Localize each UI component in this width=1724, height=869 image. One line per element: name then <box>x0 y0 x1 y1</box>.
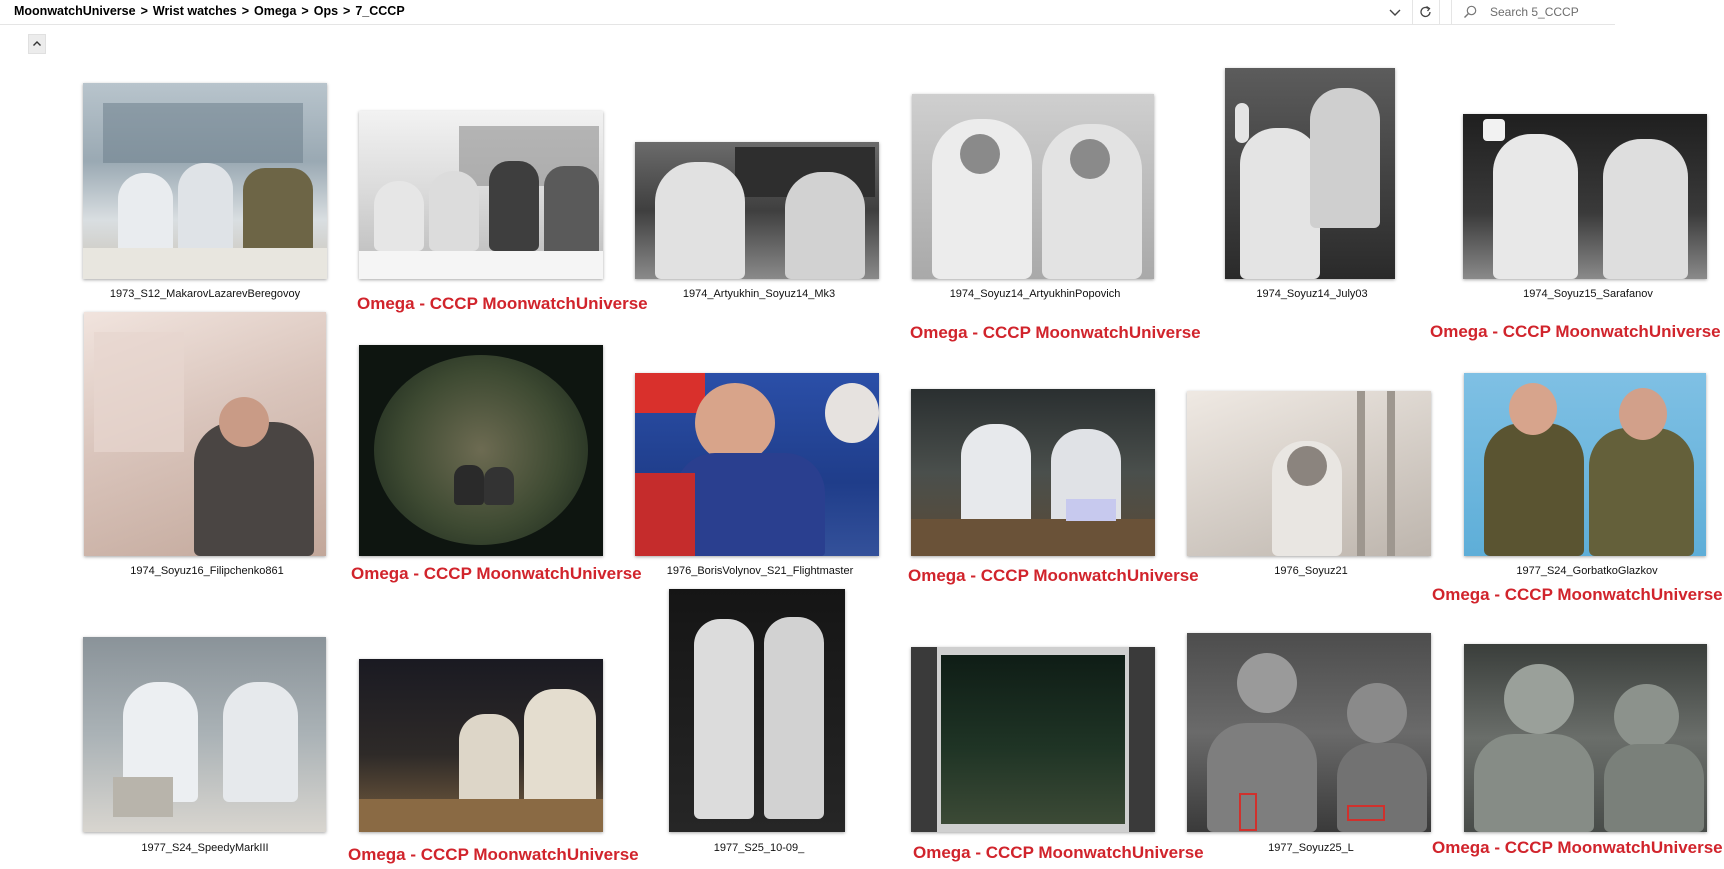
search-input[interactable] <box>1490 3 1610 21</box>
file-name: 1977_Soyuz25_L <box>1268 842 1354 854</box>
thumbnail <box>912 94 1154 279</box>
file-name: 1977_S24_SpeedyMarkIII <box>141 842 269 854</box>
file-name: 1974_Soyuz16_Filipchenko861 <box>130 565 284 577</box>
address-dropdown-button[interactable] <box>1384 1 1406 23</box>
watermark-label: Omega - CCCP MoonwatchUniverse <box>908 566 1199 585</box>
breadcrumb-item-omega[interactable]: Omega <box>254 4 296 18</box>
search-icon <box>1464 5 1477 18</box>
thumbnail <box>1464 373 1706 556</box>
file-name: 1974_Artyukhin_Soyuz14_Mk3 <box>682 288 836 300</box>
thumbnail <box>911 647 1155 832</box>
watermark-label: Omega - CCCP MoonwatchUniverse <box>1432 838 1723 857</box>
file-name: 1974_Soyuz15_Sarafanov <box>1523 288 1653 300</box>
file-name: 1973_S12_MakarovLazarevBeregovoy <box>109 288 301 300</box>
breadcrumb-separator: > <box>301 4 309 18</box>
file-name: 1977_S25_10-09_ <box>713 842 805 854</box>
thumbnail <box>83 637 326 832</box>
breadcrumb-item-current-folder[interactable]: 7_CCCP <box>355 4 404 18</box>
chevron-up-icon <box>33 41 41 46</box>
breadcrumb: MoonwatchUniverse > Wrist watches > Omeg… <box>14 4 405 18</box>
thumbnail <box>1225 68 1395 279</box>
breadcrumb-item-ops[interactable]: Ops <box>314 4 338 18</box>
watermark-label: Omega - CCCP MoonwatchUniverse <box>357 294 648 313</box>
thumbnail <box>359 659 603 832</box>
chevron-down-icon <box>1389 9 1401 16</box>
thumbnail <box>911 389 1155 556</box>
breadcrumb-separator: > <box>140 4 148 18</box>
address-bar: MoonwatchUniverse > Wrist watches > Omeg… <box>0 0 1615 25</box>
search-box[interactable] <box>1451 0 1616 24</box>
breadcrumb-item-moonwatchuniverse[interactable]: MoonwatchUniverse <box>14 4 136 18</box>
thumbnail <box>359 345 603 556</box>
watermark-label: Omega - CCCP MoonwatchUniverse <box>348 845 639 864</box>
thumbnail <box>359 111 603 279</box>
thumbnail <box>84 312 326 556</box>
file-name: 1976_BorisVolynov_S21_Flightmaster <box>666 565 854 577</box>
thumbnail <box>1463 114 1707 279</box>
refresh-icon <box>1420 5 1431 18</box>
breadcrumb-separator: > <box>343 4 351 18</box>
thumbnail <box>83 83 327 279</box>
file-name: 1974_Soyuz14_ArtyukhinPopovich <box>949 288 1121 300</box>
watermark-label: Omega - CCCP MoonwatchUniverse <box>1432 585 1723 604</box>
watermark-label: Omega - CCCP MoonwatchUniverse <box>1430 322 1721 341</box>
thumbnail <box>635 142 879 279</box>
watermark-label: Omega - CCCP MoonwatchUniverse <box>910 323 1201 342</box>
file-name: 1974_Soyuz14_July03 <box>1256 288 1368 300</box>
collapse-group-button[interactable] <box>28 34 46 54</box>
file-name: 1976_Soyuz21 <box>1274 565 1348 577</box>
thumbnail <box>669 589 845 832</box>
breadcrumb-separator: > <box>241 4 250 18</box>
watermark-label: Omega - CCCP MoonwatchUniverse <box>351 564 642 583</box>
thumbnail <box>1187 633 1431 832</box>
watermark-label: Omega - CCCP MoonwatchUniverse <box>913 843 1204 862</box>
thumbnail <box>1187 391 1431 556</box>
breadcrumb-item-wrist-watches[interactable]: Wrist watches <box>153 4 237 18</box>
thumbnail <box>635 373 879 556</box>
file-name: 1977_S24_GorbatkoGlazkov <box>1516 565 1658 577</box>
thumbnail <box>1464 644 1707 832</box>
refresh-button[interactable] <box>1412 0 1440 24</box>
